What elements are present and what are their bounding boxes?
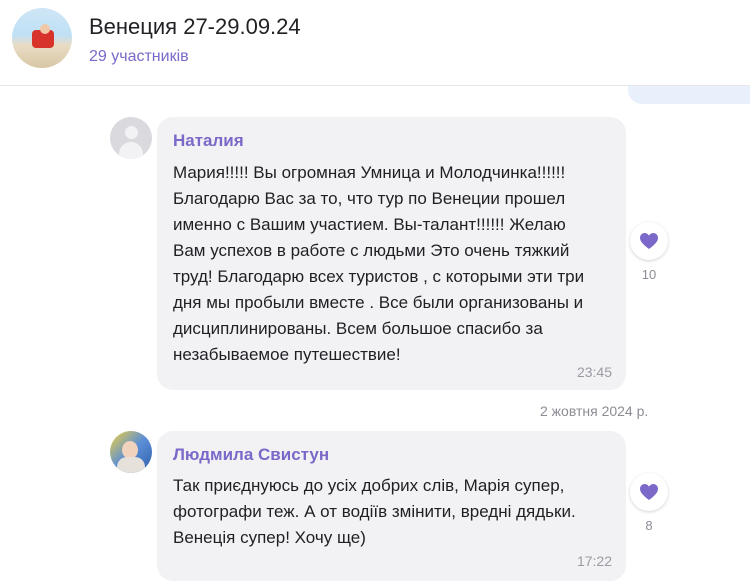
chat-title[interactable]: Венеция 27-29.09.24 [89,14,301,40]
message-line: дисциплинированы. Всем большое спасибо з… [173,319,543,338]
message-line: Мария!!!!! Вы огромная Умница и Молодчин… [173,163,566,182]
message-line: Вам успехов в работе с людьми Это очень … [173,241,570,260]
date-separator: 2 жовтня 2024 р. [540,403,649,419]
message-line: фотографи теж. А от водіїв змінити, вред… [173,502,576,521]
message-sender[interactable]: Наталия [173,131,244,151]
message-line: дня мы пробыли вместе . Все были организ… [173,293,584,312]
message-text: Так приєднуюсь до усіх добрих слів, Марі… [173,473,576,551]
message-line: Благодарю Вас за то, что тур по Венеции … [173,189,566,208]
message-line: труд! Благодарю всех туристов , с которы… [173,267,585,286]
message-line: именно с Вашим участием. Вы-талант!!!!!!… [173,215,566,234]
reaction-button[interactable] [630,222,668,260]
members-count[interactable]: 29 участників [89,48,189,66]
message-sender[interactable]: Людмила Свистун [173,445,329,465]
message-line: незабываемое путешествие! [173,345,401,364]
group-avatar[interactable] [12,8,72,68]
reaction-button[interactable] [630,473,668,511]
message-time: 17:22 [576,553,612,569]
reaction-count: 8 [645,518,653,533]
heart-icon [640,233,658,249]
message-text: Мария!!!!! Вы огромная Умница и Молодчин… [173,160,584,368]
user-placeholder-icon [125,126,138,139]
heart-icon [640,484,658,500]
message-bubble[interactable]: Людмила Свистун Так приєднуюсь до усіх д… [157,431,626,581]
message-time: 23:45 [576,364,612,380]
avatar-liudmyla[interactable] [110,431,152,473]
avatar-natalia[interactable] [110,117,152,159]
message-line: Так приєднуюсь до усіх добрих слів, Марі… [173,476,565,495]
message-line: Венеція супер! Хочу ще) [173,528,366,547]
previous-message-bubble[interactable] [628,86,750,104]
group-avatar-person [40,24,50,34]
message-bubble[interactable]: Наталия Мария!!!!! Вы огромная Умница и … [157,117,626,390]
reaction-count: 10 [641,267,657,282]
chat-header[interactable]: Венеция 27-29.09.24 29 участників [0,0,750,86]
